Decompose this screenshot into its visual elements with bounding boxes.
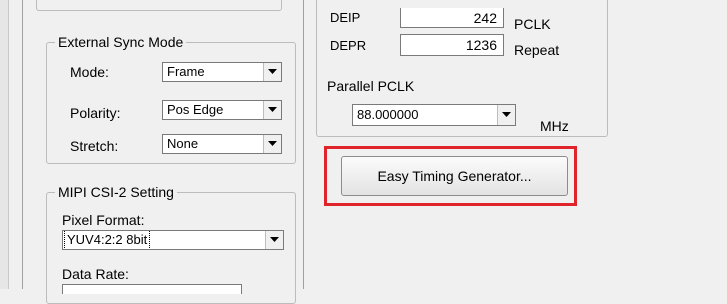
- chevron-down-icon[interactable]: [263, 101, 281, 119]
- depr-field[interactable]: 1236: [400, 34, 504, 56]
- stretch-label: Stretch:: [70, 138, 119, 154]
- depr-unit: Repeat: [514, 42, 560, 58]
- deip-label: DEIP: [330, 10, 361, 25]
- parallel-pclk-select[interactable]: 88.000000: [352, 104, 516, 126]
- chevron-down-icon[interactable]: [265, 231, 283, 249]
- pixel-format-label: Pixel Format:: [62, 212, 145, 228]
- panel-divider: [303, 0, 304, 289]
- data-rate-select[interactable]: [62, 284, 242, 294]
- depr-label: DEPR: [330, 38, 367, 53]
- mipi-title: MIPI CSI-2 Setting: [55, 184, 177, 200]
- easy-timing-generator-button[interactable]: Easy Timing Generator...: [341, 156, 568, 196]
- stretch-select[interactable]: None: [162, 134, 282, 154]
- chevron-down-icon[interactable]: [263, 135, 281, 153]
- deip-unit: PCLK: [514, 16, 551, 32]
- pixel-format-value: YUV4:2:2 8bit: [63, 231, 151, 249]
- chevron-down-icon[interactable]: [263, 63, 281, 81]
- data-rate-label: Data Rate:: [62, 266, 129, 282]
- external-sync-title: External Sync Mode: [55, 34, 187, 50]
- mode-label: Mode:: [70, 64, 109, 80]
- mode-value: Frame: [167, 64, 205, 79]
- window-left-edge: [0, 0, 9, 289]
- stretch-value: None: [167, 136, 199, 151]
- polarity-select[interactable]: Pos Edge: [162, 100, 282, 120]
- mhz-unit: MHz: [540, 118, 569, 134]
- partial-groupbox-top: [36, 0, 282, 11]
- pixel-format-select[interactable]: YUV4:2:2 8bit: [62, 230, 284, 250]
- parallel-pclk-value: 88.000000: [357, 107, 419, 122]
- chevron-down-icon[interactable]: [497, 105, 515, 125]
- mode-select[interactable]: Frame: [162, 62, 282, 82]
- parallel-pclk-label: Parallel PCLK: [327, 78, 415, 94]
- polarity-value: Pos Edge: [167, 102, 224, 117]
- polarity-label: Polarity:: [70, 105, 121, 121]
- deip-field[interactable]: 242: [400, 8, 504, 28]
- panel-border: [22, 0, 23, 289]
